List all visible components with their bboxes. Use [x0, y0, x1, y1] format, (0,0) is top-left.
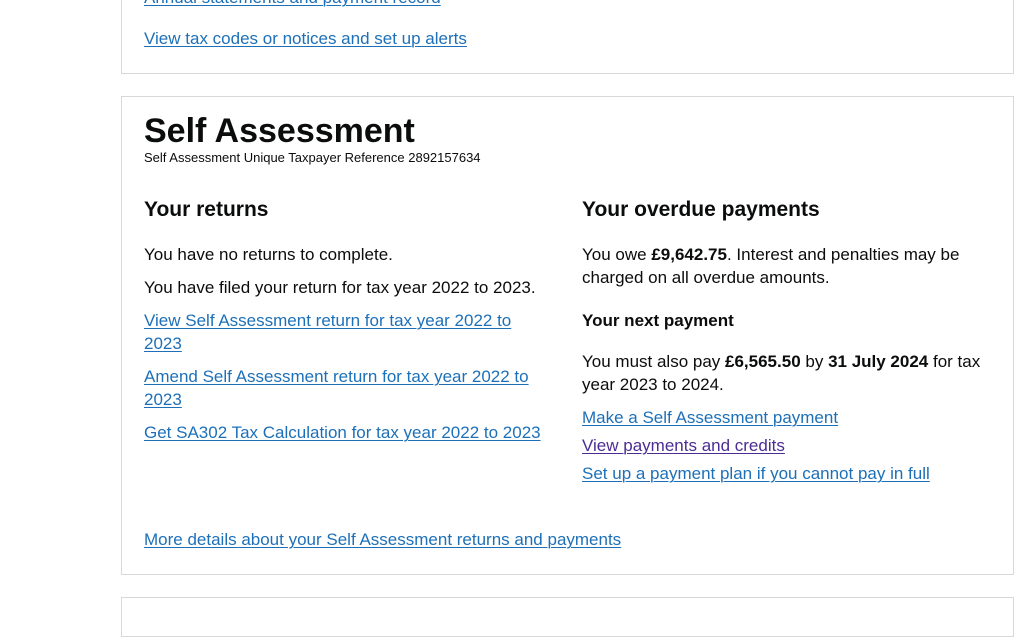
- sa302-calculation-link[interactable]: Get SA302 Tax Calculation for tax year 2…: [144, 421, 554, 444]
- next-payment-heading: Your next payment: [582, 311, 734, 330]
- utr-reference: Self Assessment Unique Taxpayer Referenc…: [144, 150, 481, 165]
- overdue-payments-heading: Your overdue payments: [582, 198, 820, 221]
- payment-plan-link[interactable]: Set up a payment plan if you cannot pay …: [582, 462, 992, 485]
- amount-owed-text: You owe £9,642.75. Interest and penaltie…: [582, 245, 960, 287]
- more-details-link[interactable]: More details about your Self Assessment …: [144, 528, 621, 551]
- annual-statements-link[interactable]: Annual statements and payment record: [144, 0, 441, 9]
- view-payments-credits-link[interactable]: View payments and credits: [582, 434, 992, 457]
- amend-return-link[interactable]: Amend Self Assessment return for tax yea…: [144, 365, 544, 411]
- next-card: [121, 597, 1014, 637]
- tax-codes-alerts-link[interactable]: View tax codes or notices and set up ale…: [144, 27, 467, 50]
- self-assessment-card: Self Assessment Self Assessment Unique T…: [121, 96, 1014, 575]
- your-returns-heading: Your returns: [144, 198, 269, 221]
- filed-return-text: You have filed your return for tax year …: [144, 278, 536, 297]
- next-payment-date: 31 July 2024: [828, 352, 929, 371]
- view-return-link[interactable]: View Self Assessment return for tax year…: [144, 309, 529, 355]
- next-payment-amount: £6,565.50: [725, 352, 801, 371]
- paye-card: Annual statements and payment record Vie…: [121, 0, 1014, 74]
- make-payment-link[interactable]: Make a Self Assessment payment: [582, 406, 992, 429]
- next-payment-text: You must also pay £6,565.50 by 31 July 2…: [582, 352, 981, 394]
- self-assessment-title: Self Assessment: [144, 112, 415, 150]
- amount-owed: £9,642.75: [651, 245, 727, 264]
- no-returns-text: You have no returns to complete.: [144, 245, 393, 264]
